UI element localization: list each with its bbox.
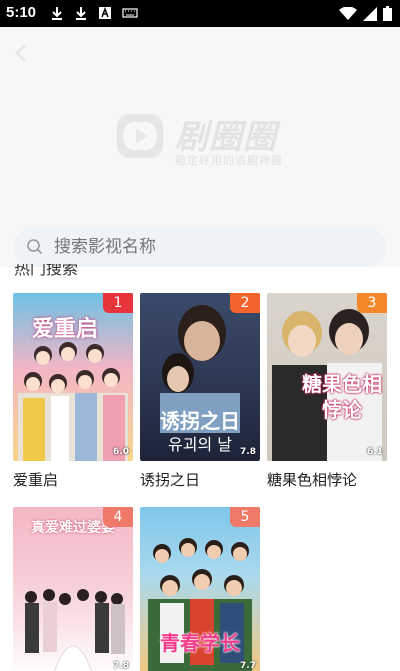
score: 7.7 [240, 661, 256, 671]
poster-image[interactable]: 青春学长 5 7.7 [140, 507, 260, 671]
search-icon [27, 239, 43, 255]
card-title[interactable]: 爱重启 [13, 469, 133, 490]
rank-badge: 1 [103, 293, 133, 313]
card-title[interactable]: 诱拐之日 [140, 469, 260, 490]
drama-card[interactable]: 糖果色相悖论 3 6.1 糖果色相悖论 [267, 293, 387, 490]
search-bar[interactable] [14, 227, 386, 267]
drama-card[interactable]: 爱重启 1 6.0 爱重启 [13, 293, 133, 490]
app-a-icon [99, 6, 111, 19]
drama-card[interactable]: 青春学长 5 7.7 [140, 507, 260, 671]
rank-badge: 3 [357, 293, 387, 313]
download-icon [76, 7, 86, 20]
search-input[interactable] [54, 237, 354, 257]
back-icon[interactable] [10, 41, 34, 65]
poster-text: 诱拐之日 [160, 409, 240, 433]
score: 7.8 [240, 447, 256, 457]
drama-card[interactable]: 真爱难过婆婆 4 7.8 [13, 507, 133, 671]
poster-image[interactable]: 真爱难过婆婆 4 7.8 [13, 507, 133, 671]
keyboard-icon [122, 8, 138, 18]
logo-name: 剧圈圈 [175, 117, 277, 156]
score: 6.1 [367, 447, 383, 457]
poster-text: 爱重启 [31, 317, 98, 342]
status-time: 5:10 [6, 4, 37, 21]
drama-card[interactable]: 诱拐之日 유괴의 날 2 7.8 诱拐之日 [140, 293, 260, 490]
logo-play-icon [117, 114, 163, 158]
rank-badge: 2 [230, 293, 260, 313]
poster-text: 糖果色相悖论 [302, 372, 382, 422]
wifi-icon [339, 6, 357, 20]
battery-icon [383, 6, 392, 21]
poster-text: 青春学长 [160, 631, 240, 655]
section-title: 热门搜索 [14, 264, 79, 278]
score: 6.0 [113, 447, 129, 457]
poster-image[interactable]: 糖果色相悖论 3 6.1 [267, 293, 387, 461]
rank-badge: 4 [103, 507, 133, 527]
rank-badge: 5 [230, 507, 260, 527]
poster-image[interactable]: 诱拐之日 유괴의 날 2 7.8 [140, 293, 260, 461]
logo-slogan: 稳定好用的追剧神器 [175, 154, 283, 167]
poster-image[interactable]: 爱重启 1 6.0 [13, 293, 133, 461]
status-bar: 5:10 [0, 0, 400, 27]
signal-icon [363, 6, 377, 21]
card-title[interactable]: 糖果色相悖论 [267, 469, 387, 490]
score: 7.8 [113, 661, 129, 671]
download-icon [52, 7, 62, 20]
app-logo: 剧圈圈 稳定好用的追剧神器 [115, 110, 290, 170]
